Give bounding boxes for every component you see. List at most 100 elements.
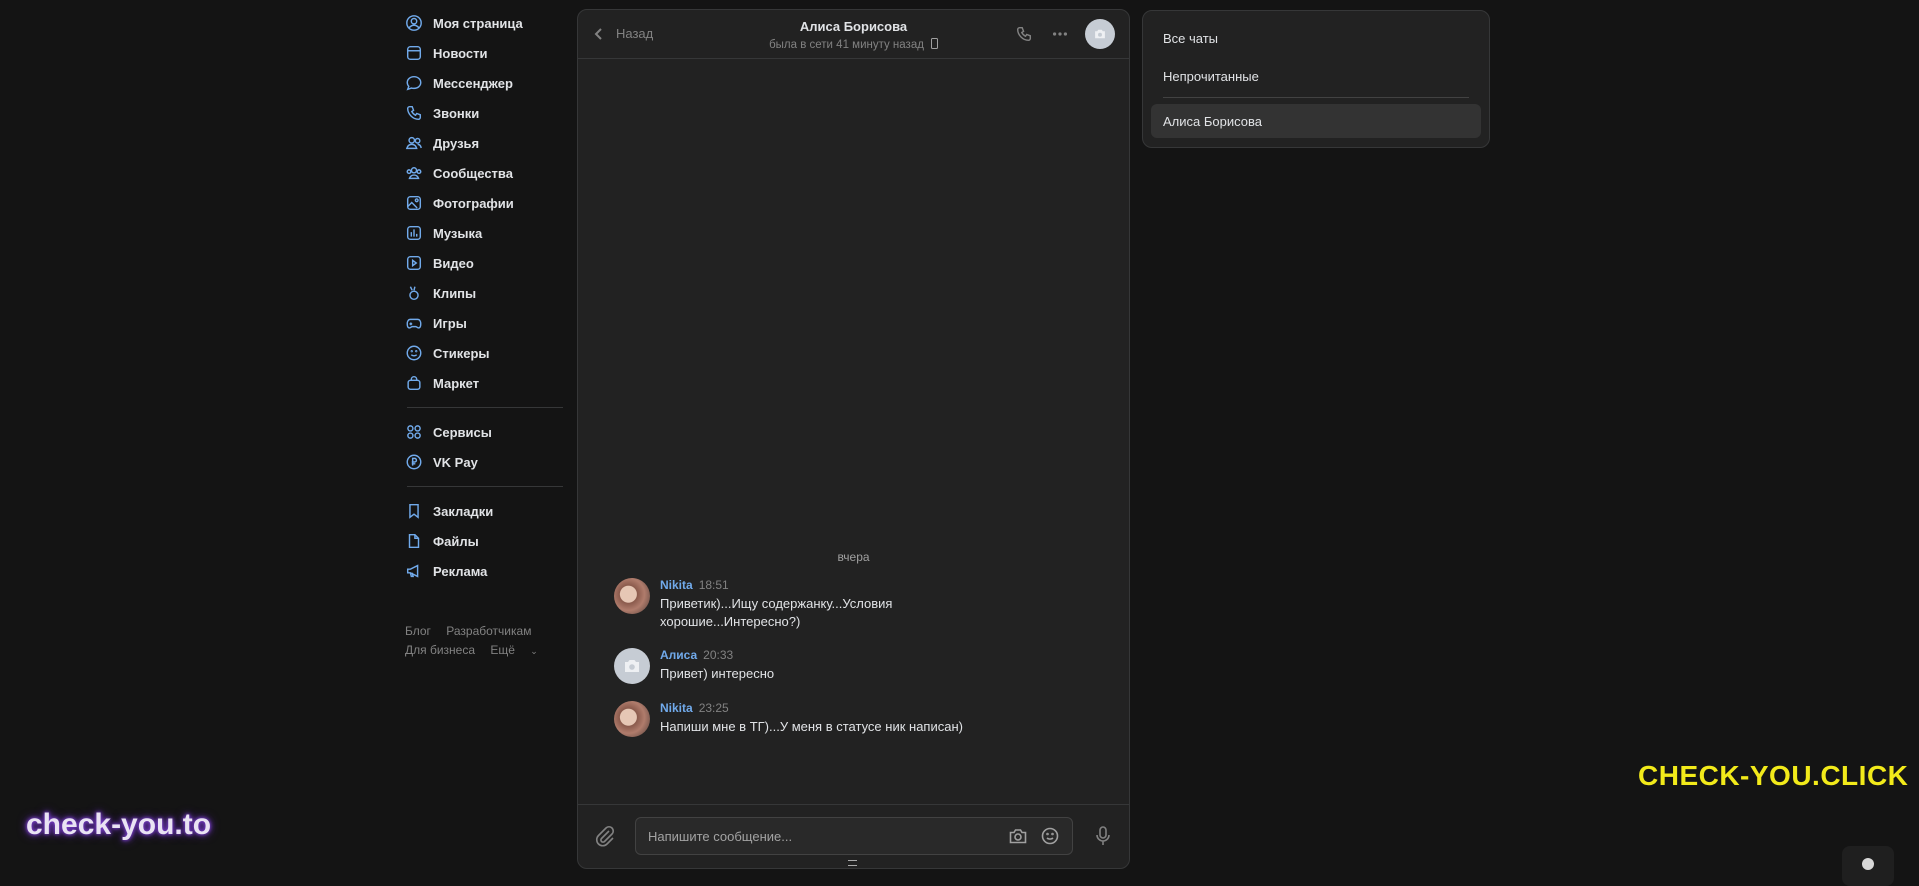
- corner-chat-button[interactable]: [1842, 846, 1894, 886]
- nav-item-games[interactable]: Игры: [405, 308, 565, 338]
- message-text: Привет) интересно: [660, 666, 775, 681]
- mobile-icon: [930, 38, 938, 49]
- resize-handle[interactable]: [848, 860, 857, 866]
- chevron-down-icon: ⌄: [530, 646, 538, 656]
- news-icon: [405, 44, 423, 62]
- header-actions: [1003, 19, 1115, 49]
- nav-divider: [407, 407, 563, 408]
- nav-item-calls[interactable]: Звонки: [405, 98, 565, 128]
- date-separator: вчера: [837, 550, 870, 564]
- nav-item-label: Сервисы: [433, 424, 492, 440]
- nav-item-label: Стикеры: [433, 345, 490, 361]
- smile-icon: [405, 344, 423, 362]
- nav-item-music[interactable]: Музыка: [405, 218, 565, 248]
- message-icon: [405, 74, 423, 92]
- nav-item-label: Музыка: [433, 225, 483, 241]
- filter-unread[interactable]: Непрочитанные: [1151, 59, 1481, 93]
- message-item: Nikita 18:51 Приветик)...Ищу содержанку..…: [578, 578, 1129, 631]
- filter-all-chats[interactable]: Все чаты: [1151, 21, 1481, 55]
- nav-item-label: Игры: [433, 315, 467, 331]
- nav-item-files[interactable]: Файлы: [405, 526, 565, 556]
- microphone-icon: [1096, 826, 1110, 845]
- nav-item-label: Моя страница: [433, 15, 523, 31]
- nav-item-news[interactable]: Новости: [405, 38, 565, 68]
- message-author[interactable]: Nikita: [660, 701, 693, 715]
- file-icon: [405, 532, 423, 550]
- message-time: 20:33: [703, 648, 734, 662]
- nav-item-friends[interactable]: Друзья: [405, 128, 565, 158]
- filter-contact[interactable]: Алиса Борисова: [1151, 104, 1481, 138]
- nav-item-market[interactable]: Маркет: [405, 368, 565, 398]
- nav-item-label: Закладки: [433, 503, 494, 519]
- camera-button[interactable]: [1008, 826, 1028, 846]
- chat-filters-panel: Все чаты Непрочитанные Алиса Борисова: [1142, 10, 1490, 148]
- phone-icon: [1016, 26, 1032, 42]
- attach-button[interactable]: [594, 825, 616, 852]
- services-icon: [405, 423, 423, 441]
- nav-item-stickers[interactable]: Стикеры: [405, 338, 565, 368]
- contact-avatar[interactable]: [1085, 19, 1115, 49]
- nav-item-label: Маркет: [433, 375, 480, 391]
- nav-item-label: VK Pay: [433, 454, 478, 470]
- message-author[interactable]: Nikita: [660, 578, 693, 592]
- footer-more-label: Ещё: [490, 643, 515, 657]
- video-icon: [405, 254, 423, 272]
- nav-item-my-page[interactable]: Моя страница: [405, 8, 565, 38]
- nav-item-bookmarks[interactable]: Закладки: [405, 496, 565, 526]
- author-avatar[interactable]: [614, 578, 650, 614]
- author-avatar[interactable]: [614, 701, 650, 737]
- nav-item-label: Реклама: [433, 563, 488, 579]
- nav-item-clips[interactable]: Клипы: [405, 278, 565, 308]
- clips-icon: [405, 284, 423, 302]
- emoji-button[interactable]: [1040, 826, 1060, 846]
- nav-item-label: Клипы: [433, 285, 477, 301]
- footer-link-developers[interactable]: Разработчикам: [446, 624, 531, 638]
- voice-message-button[interactable]: [1093, 825, 1113, 852]
- bag-icon: [405, 374, 423, 392]
- footer-link-more[interactable]: Ещё ⌄: [490, 643, 549, 657]
- user-circle-icon: [405, 14, 423, 32]
- nav-item-ads[interactable]: Реклама: [405, 556, 565, 586]
- message-time: 18:51: [698, 578, 729, 592]
- communities-icon: [405, 164, 423, 182]
- more-dots-icon: [1052, 32, 1068, 36]
- nav-item-label: Звонки: [433, 105, 480, 121]
- megaphone-icon: [405, 562, 423, 580]
- nav-item-messenger[interactable]: Мессенджер: [405, 68, 565, 98]
- message-author[interactable]: Алиса: [660, 648, 697, 662]
- more-button[interactable]: [1045, 19, 1075, 49]
- status-text: была в сети 41 минуту назад: [769, 39, 924, 51]
- camera-icon: [1095, 29, 1105, 39]
- nav-item-photos[interactable]: Фотографии: [405, 188, 565, 218]
- footer-link-blog[interactable]: Блог: [405, 624, 431, 638]
- nav-item-label: Файлы: [433, 533, 479, 549]
- footer-link-business[interactable]: Для бизнеса: [405, 643, 475, 657]
- vkpay-icon: [405, 453, 423, 471]
- message-time: 23:25: [698, 701, 729, 715]
- message-text: Напиши мне в ТГ)...У меня в статусе ник …: [660, 719, 963, 734]
- message-history: вчера Nikita 18:51 Приветик)...Ищу содерж…: [578, 550, 1129, 754]
- message-input-box: [635, 817, 1073, 855]
- nav-item-label: Друзья: [433, 135, 480, 151]
- nav-item-label: Новости: [433, 45, 488, 61]
- nav-item-services[interactable]: Сервисы: [405, 417, 565, 447]
- message-item: Алиса 20:33 Привет) интересно: [578, 648, 1129, 684]
- chat-panel: Назад Алиса Борисова была в сети 41 мину…: [577, 9, 1130, 869]
- gamepad-icon: [405, 314, 423, 332]
- nav-footer: Блог Разработчикам Для бизнеса Ещё ⌄: [405, 622, 565, 661]
- nav-item-video[interactable]: Видео: [405, 248, 565, 278]
- author-avatar[interactable]: [614, 648, 650, 684]
- message-text: Приветик)...Ищу содержанку...Условия хор…: [660, 596, 893, 629]
- music-icon: [405, 224, 423, 242]
- nav-item-label: Видео: [433, 255, 474, 271]
- input-actions: [996, 826, 1060, 846]
- message-input[interactable]: [636, 818, 990, 854]
- filter-divider: [1163, 97, 1469, 98]
- bookmark-icon: [405, 502, 423, 520]
- phone-icon: [405, 104, 423, 122]
- nav-item-vkpay[interactable]: VK Pay: [405, 447, 565, 477]
- nav-item-communities[interactable]: Сообщества: [405, 158, 565, 188]
- nav-divider: [407, 486, 563, 487]
- message-item: Nikita 23:25 Напиши мне в ТГ)...У меня в …: [578, 701, 1129, 737]
- call-button[interactable]: [1009, 19, 1039, 49]
